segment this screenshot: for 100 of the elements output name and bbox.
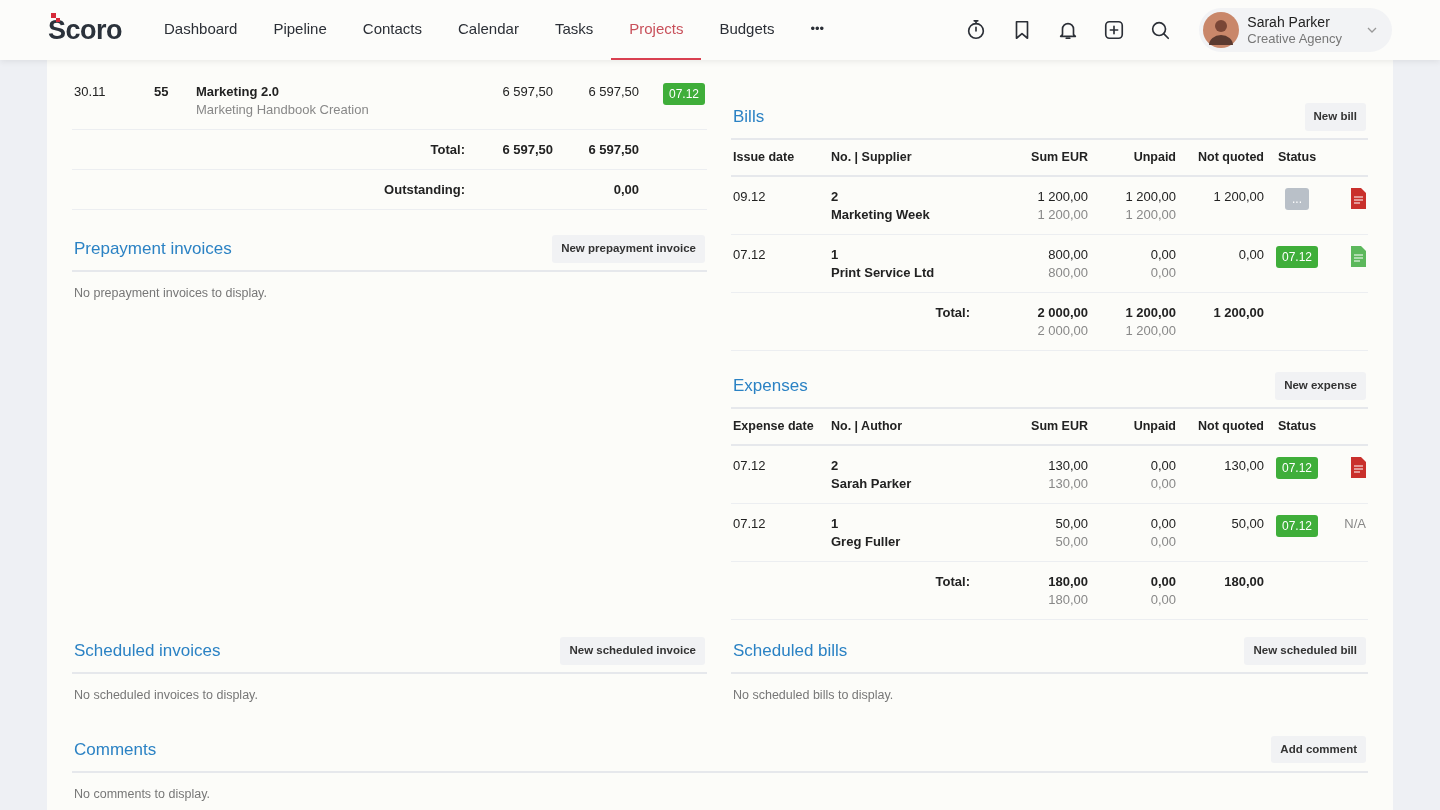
table-cell-text: 0,00 (1149, 457, 1176, 475)
total-label: Outstanding: (384, 182, 465, 197)
file-status: N/A (1344, 516, 1366, 531)
status-badge: 07.12 (1276, 246, 1318, 268)
user-company: Creative Agency (1247, 30, 1342, 47)
total-value: 1 200,00 (1212, 304, 1264, 322)
table-cell-text: 6 597,50 (587, 83, 640, 101)
table-cell-text: 50,00 (1054, 515, 1088, 533)
table-cell-text: 0,00 (1149, 515, 1176, 533)
total-value: 180,00 (1047, 573, 1088, 591)
table-cell-text: 0,00 (1149, 533, 1176, 551)
section-title: Bills (733, 106, 765, 129)
column-header: Status (1277, 150, 1317, 165)
table-cell-text: 1 200,00 (1124, 188, 1176, 206)
nav-link[interactable]: Tasks (536, 0, 612, 60)
table-cell-text: 130,00 (1047, 475, 1088, 493)
logo-mark-icon (51, 12, 60, 22)
nav-link[interactable]: Dashboard (146, 0, 256, 60)
avatar (1203, 12, 1240, 48)
section-title: Expenses (733, 375, 808, 398)
table-cell-text: 0,00 (1149, 246, 1176, 264)
add-comment-button[interactable]: Add comment (1271, 736, 1366, 764)
column-header: No. | Supplier (831, 150, 912, 165)
status-badge: ... (1285, 188, 1309, 210)
total-value: 180,00 (1047, 591, 1088, 609)
table-cell-text: 6 597,50 (501, 83, 554, 101)
column-header: Status (1277, 419, 1317, 434)
document-icon[interactable] (1351, 457, 1366, 478)
empty-message: No scheduled invoices to display. (73, 687, 259, 704)
column-header: Expense date (733, 419, 814, 434)
total-value: 2 000,00 (1036, 304, 1088, 322)
new-scheduled-invoice-button[interactable]: New scheduled invoice (560, 637, 705, 665)
column-header: No. | Author (831, 419, 903, 434)
status-badge: 07.12 (662, 83, 705, 105)
total-value: 0,00 (613, 182, 639, 197)
table-cell-text: 30.11 (73, 83, 107, 101)
project-name: Marketing Handbook Creation (196, 101, 370, 119)
more-menu[interactable]: ••• (792, 0, 843, 60)
table-cell-text: 07.12 (732, 457, 767, 475)
table-cell-text: 07.12 (732, 515, 767, 533)
document-icon[interactable] (1351, 188, 1366, 209)
column-header: Unpaid (1133, 419, 1176, 434)
table-cell-text: 50,00 (1054, 533, 1088, 551)
column-header: Not quoted (1198, 419, 1264, 434)
table-cell-text: 2 (831, 457, 840, 475)
payer-name: Marketing 2.0 (196, 83, 281, 101)
total-value: 6 597,50 (502, 142, 553, 157)
table-cell-text: 1 200,00 (1036, 206, 1088, 224)
section-title: Scheduled invoices (74, 640, 221, 663)
table-cell-text: 1 200,00 (1036, 188, 1088, 206)
table-cell-text: 1 200,00 (1212, 188, 1264, 206)
new-bill-button[interactable]: New bill (1304, 103, 1366, 131)
total-value: 0,00 (1149, 591, 1176, 609)
add-icon[interactable] (1103, 19, 1126, 41)
user-name: Sarah Parker (1247, 13, 1331, 31)
empty-message: No comments to display. (73, 785, 211, 803)
new-expense-button[interactable]: New expense (1275, 372, 1366, 400)
table-cell-text: Greg Fuller (831, 533, 902, 551)
empty-message: No prepayment invoices to display. (73, 285, 268, 302)
column-header: Not quoted (1198, 150, 1264, 165)
table-cell-text: 0,00 (1149, 475, 1176, 493)
table-cell-text: 130,00 (1047, 457, 1088, 475)
nav-link[interactable]: Contacts (344, 0, 440, 60)
new-prepayment-invoice-button[interactable]: New prepayment invoice (552, 235, 705, 263)
column-header: Issue date (733, 150, 795, 165)
table-cell-text: 1 200,00 (1124, 206, 1176, 224)
total-label: Total: (935, 305, 970, 320)
table-cell-text: 1 (831, 515, 840, 533)
user-menu[interactable]: Sarah Parker Creative Agency (1199, 8, 1392, 52)
nav-link[interactable]: Pipeline (255, 0, 345, 60)
new-scheduled-bill-button[interactable]: New scheduled bill (1244, 637, 1366, 665)
table-cell-text: 1 (831, 246, 840, 264)
total-value: 2 000,00 (1036, 322, 1088, 340)
table-cell-text: Marketing Week (831, 206, 931, 224)
total-value: 6 597,50 (588, 142, 639, 157)
table-cell-text: 800,00 (1047, 264, 1088, 282)
table-cell-text: 09.12 (732, 188, 767, 206)
search-icon[interactable] (1149, 19, 1172, 41)
total-value: 180,00 (1223, 573, 1264, 591)
table-cell-text: 07.12 (732, 246, 767, 264)
total-label: Total: (935, 574, 970, 589)
section-title: Prepayment invoices (74, 238, 232, 261)
table-cell-text: 50,00 (1230, 515, 1264, 533)
total-value: 1 200,00 (1124, 322, 1176, 340)
table-cell-text: 55 (153, 83, 170, 101)
column-header: Sum EUR (1031, 419, 1088, 434)
nav-link[interactable]: Budgets (701, 0, 793, 60)
table-cell-text: 2 (831, 188, 840, 206)
table-cell-text: 800,00 (1047, 246, 1088, 264)
total-value: 0,00 (1149, 573, 1176, 591)
section-title: Scheduled bills (733, 640, 848, 663)
column-header: Unpaid (1133, 150, 1176, 165)
status-badge: 07.12 (1276, 457, 1318, 479)
nav-link[interactable]: Calendar (440, 0, 537, 60)
table-cell-text: 0,00 (1149, 264, 1176, 282)
column-header: Sum EUR (1031, 150, 1088, 165)
section-title: Comments (74, 739, 157, 761)
logo[interactable]: Scoro (48, 16, 123, 44)
total-label: Total: (430, 142, 465, 157)
table-cell-text: Sarah Parker (831, 475, 913, 493)
